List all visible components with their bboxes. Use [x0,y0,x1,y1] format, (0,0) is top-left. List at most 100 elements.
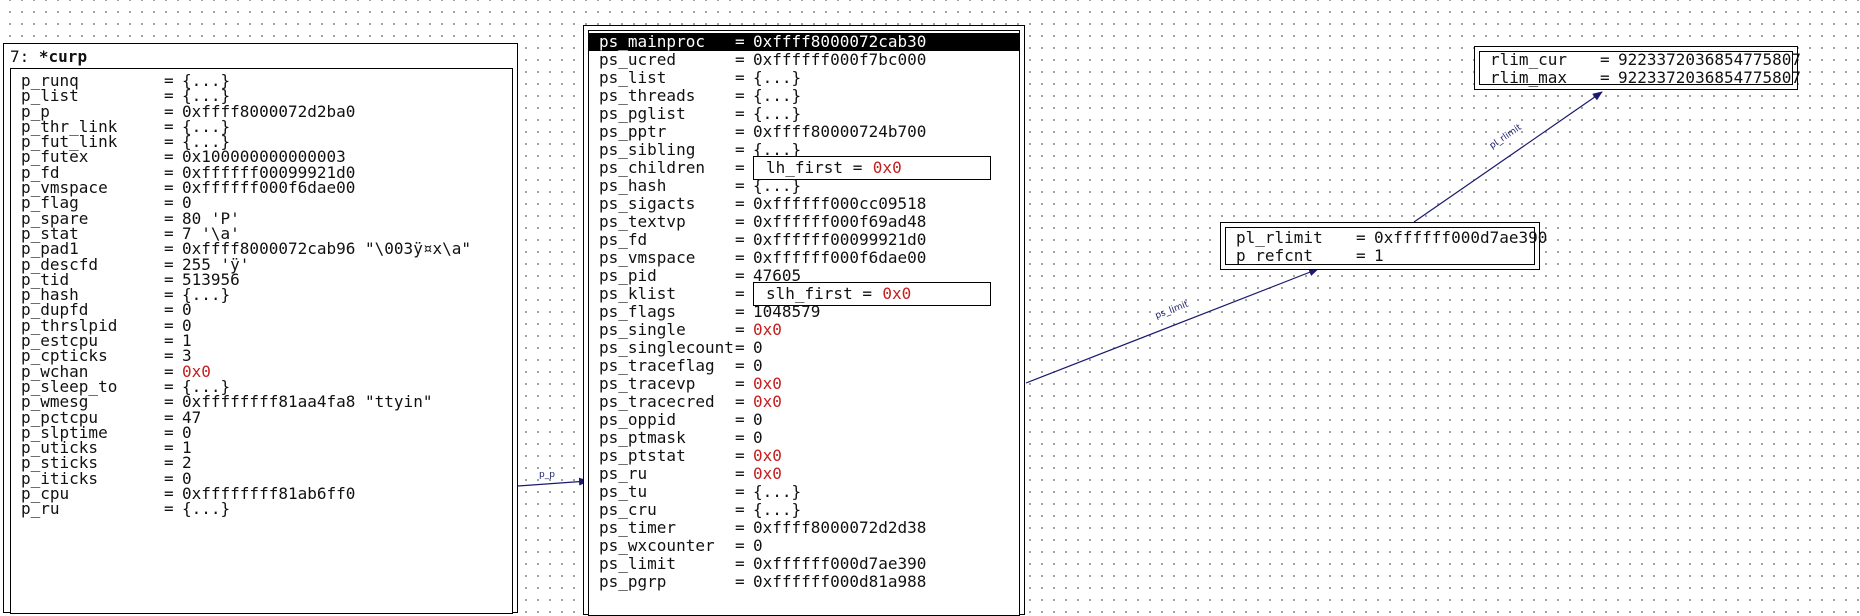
field-row-ps-ru[interactable]: ps_ru = 0x0 [589,465,1019,483]
field-equals: = [735,338,745,357]
field-row-p-spare[interactable]: p_spare = 80 'P' [11,210,512,226]
field-row-ps-tracecred[interactable]: ps_tracecred = 0x0 [589,393,1019,411]
field-name: ps_mainproc [599,32,705,51]
field-value: 1 [1374,246,1384,265]
field-value: 0 [753,410,763,429]
field-name: ps_threads [599,86,696,105]
field-value: 0xffffff000f6dae00 [753,248,927,267]
field-equals: = [735,104,745,123]
edge-label-ps_limit: ps_limit [1154,299,1190,322]
field-row-ps-flags[interactable]: ps_flags = 1048579 [589,303,1019,321]
field-row-ps-klist[interactable]: ps_klist = slh_first = 0x0 [589,282,1019,306]
field-value: 0xffff8000072d2d38 [753,518,927,537]
field-equals: = [735,374,745,393]
field-row-rlim-cur[interactable]: rlim_cur = 9223372036854775807 [1480,50,1801,69]
field-equals: = [735,356,745,375]
field-value: 0 [753,338,763,357]
field-name: ps_pgrp [599,572,667,591]
field-equals: = [1356,246,1366,265]
field-equals: = [735,464,745,483]
field-value: 0x0 [753,446,782,465]
field-row-ps-oppid[interactable]: ps_oppid = 0 [589,411,1019,429]
field-row-ps-mainproc[interactable]: ps_mainproc = 0xffff8000072cab30 [589,33,1019,51]
field-name: rlim_cur [1490,50,1568,69]
field-row-p-runq[interactable]: p_runq = {...} [11,72,512,88]
edge-pl_rlimit[interactable] [1413,91,1603,223]
edge-ps_limit[interactable] [1025,268,1319,384]
field-equals: = [1356,228,1366,247]
field-value: 0xffff8000072cab30 [753,32,927,51]
field-row-p-tid[interactable]: p_tid = 513956 [11,271,512,287]
field-row-ps-wxcounter[interactable]: ps_wxcounter = 0 [589,537,1019,555]
curp-node[interactable]: 7: *curp p_runq = {...} p_list = {...} p_p = 0xf… [3,43,518,614]
field-row-ps-single[interactable]: ps_single = 0x0 [589,321,1019,339]
field-name: ps_pglist [599,104,686,123]
field-row-ps-ptmask[interactable]: ps_ptmask = 0 [589,429,1019,447]
field-row-rlim-max[interactable]: rlim_max = 9223372036854775807 [1480,69,1801,87]
field-name: ps_limit [599,554,677,573]
field-value: 0xffffff000d7ae390 [1374,228,1548,247]
field-row-ps-fd[interactable]: ps_fd = 0xffffff00099921d0 [589,231,1019,249]
field-row-ps-vmspace[interactable]: ps_vmspace = 0xffffff000f6dae00 [589,249,1019,267]
field-row-p-vmspace[interactable]: p_vmspace = 0xffffff000f6dae00 [11,179,512,195]
rlimit-node[interactable]: rlim_cur = 9223372036854775807 rlim_max = 922… [1474,46,1801,90]
plimit-node[interactable]: pl_rlimit = 0xffffff000d7ae390 p_refcnt = 1 [1220,222,1547,270]
field-value: 0xffffff000f69ad48 [753,212,927,231]
field-row-ps-ucred[interactable]: ps_ucred = 0xffffff000f7bc000 [589,51,1019,69]
field-value: {...} [753,68,802,87]
field-row-ps-pglist[interactable]: ps_pglist = {...} [589,105,1019,123]
field-row-ps-cru[interactable]: ps_cru = {...} [589,501,1019,519]
field-value: 0xffffff000f7bc000 [753,50,927,69]
field-value: 0xffffff000d81a988 [753,572,927,591]
field-row-ps-sigacts[interactable]: ps_sigacts = 0xffffff000cc09518 [589,195,1019,213]
field-equals: = [735,230,745,249]
field-row-ps-pptr[interactable]: ps_pptr = 0xffff80000724b700 [589,123,1019,141]
field-row-ps-traceflag[interactable]: ps_traceflag = 0 [589,357,1019,375]
struct-field-value: 0x0 [872,158,902,177]
field-equals: = [735,122,745,141]
curp-node-body: p_runq = {...} p_list = {...} p_p = 0xffff800007… [10,68,513,614]
field-name: ps_oppid [599,410,677,429]
field-name: ps_ptstat [599,446,686,465]
field-row-ps-textvp[interactable]: ps_textvp = 0xffffff000f69ad48 [589,213,1019,231]
field-equals: = [735,392,745,411]
field-row-ps-threads[interactable]: ps_threads = {...} [589,87,1019,105]
field-row-ps-limit[interactable]: ps_limit = 0xffffff000d7ae390 [589,555,1019,573]
field-row-p-ru[interactable]: p_ru = {...} [11,499,512,519]
rlimit-node-body: rlim_cur = 9223372036854775807 rlim_max = 922… [1479,50,1801,87]
field-equals: = [735,572,745,591]
field-equals: = [735,32,745,51]
process-node-body: ps_mainproc = 0xffff8000072cab30 ps_ucred = 0… [588,30,1020,616]
field-equals: = [735,212,745,231]
field-row-p-descfd[interactable]: p_descfd = 255 'ÿ' [11,256,512,272]
field-equals: = [164,499,174,519]
field-value: 0 [753,356,763,375]
field-row-p-cpu[interactable]: p_cpu = 0xffffffff81ab6ff0 [11,485,512,501]
field-row-ps-ptstat[interactable]: ps_ptstat = 0x0 [589,447,1019,465]
field-name: ps_tu [599,482,648,501]
field-row-ps-tu[interactable]: ps_tu = {...} [589,483,1019,501]
field-row-pl-rlimit[interactable]: pl_rlimit = 0xffffff000d7ae390 [1226,228,1547,247]
field-row-ps-list[interactable]: ps_list = {...} [589,69,1019,87]
field-name: ps_sigacts [599,194,696,213]
edge-p_p[interactable] [517,477,589,487]
field-row-ps-singlecount[interactable]: ps_singlecount = 0 [589,339,1019,357]
field-row-ps-pgrp[interactable]: ps_pgrp = 0xffffff000d81a988 [589,573,1019,591]
process-node[interactable]: ps_mainproc = 0xffff8000072cab30 ps_ucred = 0… [583,25,1025,616]
field-name: ps_tracecred [599,392,715,411]
field-equals: = [1600,50,1610,69]
field-row-ps-timer[interactable]: ps_timer = 0xffff8000072d2d38 [589,519,1019,537]
field-name: ps_ucred [599,50,677,69]
field-equals: = [735,410,745,429]
field-value: 0xffffff000d7ae390 [753,554,927,573]
field-name: ps_single [599,320,686,339]
field-name: ps_cru [599,500,657,519]
field-row-p-refcnt[interactable]: p_refcnt = 1 [1226,247,1534,265]
field-equals: = [735,194,745,213]
field-equals: = [735,266,745,285]
field-row-ps-hash[interactable]: ps_hash = {...} [589,177,1019,195]
field-name: ps_flags [599,302,677,321]
field-value: {...} [753,86,802,105]
field-row-ps-tracevp[interactable]: ps_tracevp = 0x0 [589,375,1019,393]
field-row-ps-children[interactable]: ps_children = lh_first = 0x0 [589,156,1019,180]
